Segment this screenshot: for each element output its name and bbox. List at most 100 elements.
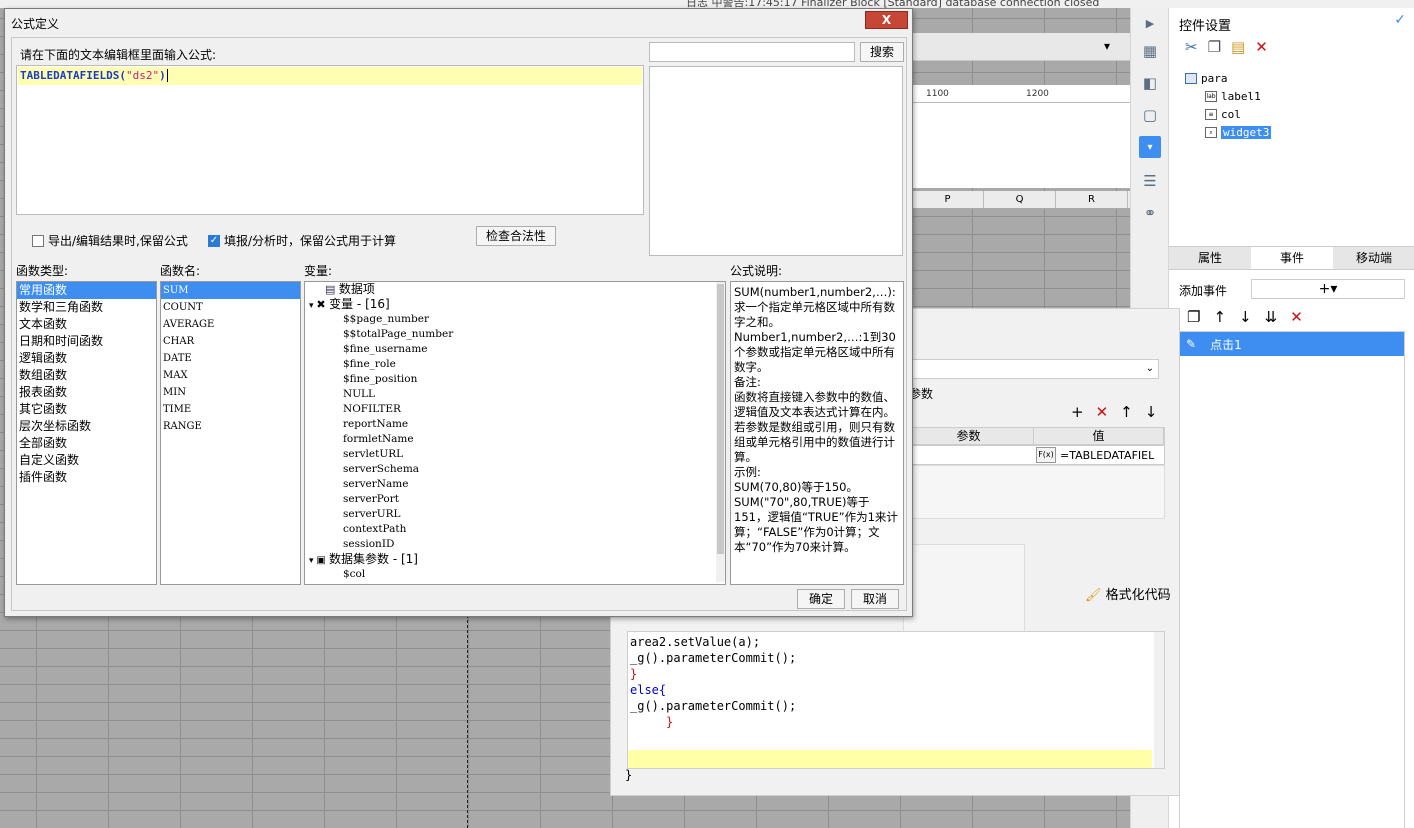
widget-settings-icon[interactable]: ▾ [1139,136,1161,158]
param-row[interactable]: a F(x) =TABLEDATAFIEL [903,445,1165,465]
add-event-button[interactable]: +▾ [1251,279,1405,299]
list-item[interactable]: 日期和时间函数 [17,333,156,350]
ok-button[interactable]: 确定 [797,589,845,609]
tree-item[interactable]: servletURL [305,447,725,462]
list-item[interactable]: 插件函数 [17,469,156,486]
cut-icon[interactable]: ✂ [1185,38,1198,56]
delete-icon[interactable]: ✕ [1096,403,1109,421]
delete-icon[interactable]: ✕ [1255,38,1268,56]
pin-icon[interactable]: ✓ [1394,12,1406,28]
tab-events[interactable]: 事件 [1251,247,1333,269]
list-item[interactable]: 逻辑函数 [17,350,156,367]
keep-formula-export-checkbox[interactable]: 导出/编辑结果时,保留公式 [32,232,188,249]
variables-tree[interactable]: ▤ 数据项 ▾ ✖ 变量 - [16] $$page_number $$tota… [304,281,726,585]
tree-item-para[interactable]: para [1185,72,1228,85]
tree-item[interactable]: $fine_role [305,357,725,372]
keep-formula-fill-checkbox[interactable]: ✓ 填报/分析时，保留公式用于计算 [208,232,396,249]
list-item[interactable]: 文本函数 [17,316,156,333]
list-item[interactable]: 报表函数 [17,384,156,401]
column-header-p[interactable]: P [912,191,984,208]
search-input[interactable] [649,42,855,62]
edit-icon[interactable]: ✎ [1186,337,1196,351]
tree-item[interactable]: NULL [305,387,725,402]
add-icon[interactable]: + [1071,403,1084,421]
layer-icon[interactable]: ☰ [1139,170,1161,192]
list-item[interactable]: COUNT [161,299,300,316]
tree-item[interactable]: ▤ 数据项 [305,282,725,297]
tree-item-label1[interactable]: lab label1 [1205,90,1261,103]
column-header-q[interactable]: Q [984,191,1056,208]
format-code-button[interactable]: 🖌 格式化代码 [1085,584,1171,603]
code-editor[interactable]: area2.setValue(a); _g().parameterCommit(… [627,631,1165,769]
tree-item[interactable]: $col [305,567,725,582]
paste-icon[interactable]: ▤ [1231,38,1245,56]
delete-icon[interactable]: ✕ [1290,308,1303,326]
list-item[interactable]: 其它函数 [17,401,156,418]
copy-icon[interactable]: ❐ [1187,308,1200,326]
move-bottom-icon[interactable]: ⇊ [1265,308,1278,326]
tree-item[interactable]: contextPath [305,522,725,537]
tab-properties[interactable]: 属性 [1169,247,1251,269]
tree-item[interactable]: reportName [305,417,725,432]
tree-item[interactable]: $$totalPage_number [305,327,725,342]
toolbar-menu-icon[interactable]: ▾ [1104,39,1110,53]
function-type-list[interactable]: 常用函数 数学和三角函数 文本函数 日期和时间函数 逻辑函数 数组函数 报表函数… [16,281,157,585]
list-item[interactable]: 自定义函数 [17,452,156,469]
frame-icon[interactable]: ▢ [1139,104,1161,126]
formula-editor[interactable]: TABLEDATAFIELDS("ds2") [16,65,644,215]
arrow-down-icon[interactable]: ↓ [1239,308,1252,326]
formula-line[interactable]: TABLEDATAFIELDS("ds2") [18,67,642,85]
tree-item[interactable]: $$page_number [305,312,725,327]
list-item[interactable]: 数组函数 [17,367,156,384]
tree-item-widget3[interactable]: ⌕ widget3 [1205,126,1272,139]
arrow-down-icon[interactable]: ↓ [1145,403,1158,421]
list-item[interactable]: TIME [161,401,300,418]
variables-scrollbar[interactable] [716,282,725,582]
arrow-up-icon[interactable]: ↑ [1213,308,1226,326]
arrow-up-icon[interactable]: ↑ [1120,403,1133,421]
check-validity-button[interactable]: 检查合法性 [476,226,556,246]
event-item[interactable]: ✎ 点击1 [1180,332,1404,356]
tree-item[interactable]: $fine_position [305,372,725,387]
column-header-r[interactable]: R [1056,191,1128,208]
tree-item[interactable]: serverName [305,477,725,492]
list-item[interactable]: 层次坐标函数 [17,418,156,435]
collapse-arrow-icon[interactable]: ▶ [1139,12,1161,34]
code-scrollbar[interactable] [1154,632,1164,768]
tree-item-col[interactable]: ≡ col [1205,108,1241,121]
formula-icon[interactable]: F(x) [1036,447,1056,463]
search-button[interactable]: 搜索 [860,42,904,62]
event-type-select[interactable]: ⌄ [903,359,1159,379]
list-item[interactable]: DATE [161,350,300,367]
scroll-thumb[interactable] [717,284,724,554]
tree-item[interactable]: serverURL [305,507,725,522]
tree-item[interactable]: ▾ ▣ 数据集参数 - [1] [305,552,725,567]
tree-item[interactable]: NOFILTER [305,402,725,417]
list-item[interactable]: RANGE [161,418,300,435]
list-item[interactable]: AVERAGE [161,316,300,333]
list-item[interactable]: CHAR [161,333,300,350]
param-value[interactable]: =TABLEDATAFIEL [1060,449,1164,462]
tree-item[interactable]: $fine_username [305,342,725,357]
cell-attr-icon[interactable]: ◧ [1139,72,1161,94]
list-item[interactable]: MAX [161,367,300,384]
tab-mobile[interactable]: 移动端 [1333,247,1414,269]
list-item[interactable]: 全部函数 [17,435,156,452]
table-layout-icon[interactable]: ▦ [1139,40,1161,62]
list-item[interactable]: 常用函数 [17,282,156,299]
copy-icon[interactable]: ❐ [1208,38,1221,56]
search-results[interactable] [649,66,903,256]
tree-item[interactable]: serverSchema [305,462,725,477]
list-item[interactable]: SUM [161,282,300,299]
function-name-list[interactable]: SUM COUNT AVERAGE CHAR DATE MAX MIN TIME… [160,281,301,585]
tree-item[interactable]: serverPort [305,492,725,507]
cancel-button[interactable]: 取消 [851,589,899,609]
tree-item[interactable]: ▾ ✖ 变量 - [16] [305,297,725,312]
tree-item[interactable]: sessionID [305,537,725,552]
list-item[interactable]: 数学和三角函数 [17,299,156,316]
tree-item[interactable]: formletName [305,432,725,447]
link-icon[interactable]: ⚭ [1139,202,1161,224]
close-button[interactable]: X [865,11,908,29]
list-item[interactable]: MIN [161,384,300,401]
ruler: 1100 1200 [912,85,1130,103]
